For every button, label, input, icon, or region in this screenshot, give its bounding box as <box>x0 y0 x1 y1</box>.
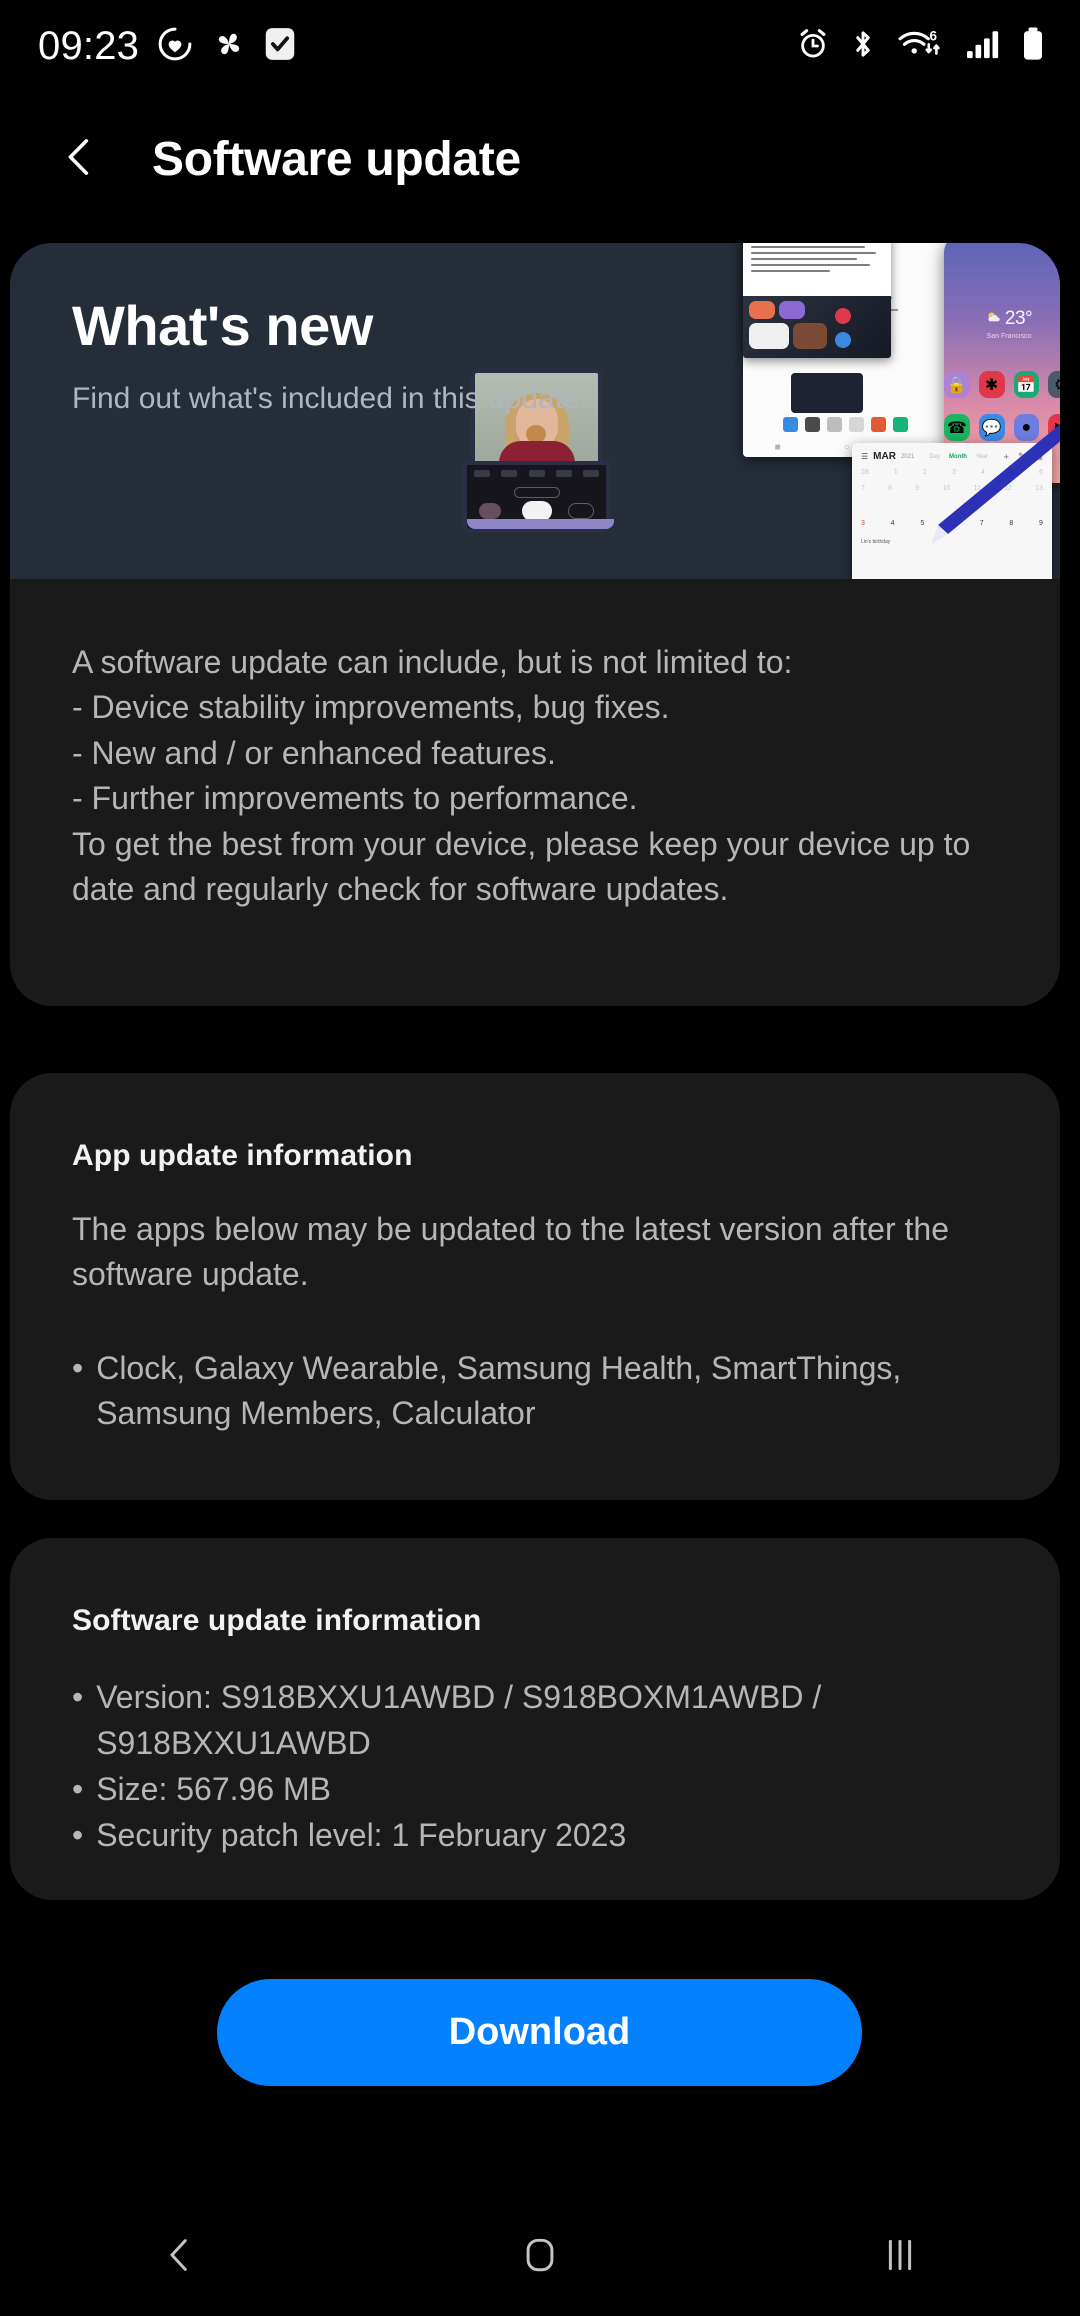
calendar-tab-day: Day <box>929 453 940 460</box>
list-item: • Size: 567.96 MB <box>72 1766 998 1812</box>
back-button[interactable] <box>52 131 108 187</box>
nav-home-button[interactable] <box>465 2198 615 2316</box>
whats-new-banner[interactable]: What's new Find out what's included in t… <box>10 243 1060 579</box>
status-bar: 09:23 6 <box>0 0 1080 92</box>
sun-cloud-icon <box>986 308 1001 330</box>
pinwheel-icon <box>211 26 247 67</box>
update-description-card: A software update can include, but is no… <box>10 579 1060 1006</box>
phone-screen: 09:23 6 Software update What's new Find … <box>0 0 1080 2316</box>
chevron-left-icon <box>57 134 103 185</box>
desc-line-3: - Further improvements to performance. <box>72 780 638 817</box>
list-item: • Security patch level: 1 February 2023 <box>72 1812 998 1858</box>
app-update-list: • Clock, Galaxy Wearable, Samsung Health… <box>10 1298 1060 1437</box>
calendar-menu-icon: ☰ <box>861 452 869 461</box>
software-info-list: • Version: S918BXXU1AWBD / S918BOXM1AWBD… <box>10 1638 1060 1858</box>
status-bar-clock: 09:23 <box>38 24 140 68</box>
banner-title: What's new <box>72 294 373 357</box>
bullet-marker: • <box>72 1349 84 1386</box>
software-info-heading: Software update information <box>72 1604 482 1637</box>
alarm-icon <box>796 27 830 66</box>
page-title: Software update <box>152 132 521 186</box>
svg-text:6: 6 <box>930 28 938 43</box>
banner-weather-location: San Francisco <box>986 333 1032 340</box>
status-bar-left: 09:23 <box>38 25 296 68</box>
banner-weather-temp: 23° <box>1004 308 1033 329</box>
software-info-size: Size: 567.96 MB <box>96 1771 331 1808</box>
app-update-heading: App update information <box>72 1139 413 1172</box>
calendar-add-icon: + <box>1003 451 1009 462</box>
checkbox-icon <box>264 25 296 68</box>
banner-subtitle: Find out what's included in this update. <box>72 381 589 415</box>
heart-circle-icon <box>156 25 194 68</box>
recents-nav-icon <box>879 2234 921 2281</box>
wifi-6-icon: 6 <box>896 26 948 67</box>
calendar-event-note: Lin's birthday <box>861 539 891 545</box>
banner-text-block: What's new Find out what's included in t… <box>72 295 592 419</box>
app-update-body: The apps below may be updated to the lat… <box>72 1211 949 1293</box>
banner-weather-widget: 23° San Francisco <box>944 308 1060 340</box>
calendar-year: 2021 <box>900 453 915 460</box>
battery-icon <box>1020 26 1046 67</box>
calendar-month: MAR <box>873 451 896 462</box>
banner-art-tablet <box>743 243 891 358</box>
calendar-tab-year: Year <box>975 453 989 460</box>
banner-art-calendar: ☰ MAR 2021 Day Month Year + ✎ ▣ 28 1 2 3 4 5 6… <box>852 443 1052 579</box>
bluetooth-icon <box>847 27 879 66</box>
calendar-grid-icon: ▣ <box>1034 451 1043 461</box>
signal-bars-icon <box>965 27 1003 66</box>
nav-back-button[interactable] <box>105 2198 255 2316</box>
download-button[interactable]: Download <box>217 1979 862 2086</box>
app-update-apps: Clock, Galaxy Wearable, Samsung Health, … <box>96 1349 902 1432</box>
list-item: • Version: S918BXXU1AWBD / S918BOXM1AWBD… <box>72 1674 998 1766</box>
update-description-text: A software update can include, but is no… <box>10 579 1060 913</box>
nav-recents-button[interactable] <box>825 2198 975 2316</box>
bullet-marker: • <box>72 1817 84 1854</box>
home-nav-icon <box>519 2234 561 2281</box>
desc-intro: A software update can include, but is no… <box>72 644 793 680</box>
calendar-edit-icon: ✎ <box>1017 451 1026 461</box>
app-update-information-card: App update information The apps below ma… <box>10 1073 1060 1500</box>
android-navigation-bar <box>0 2198 1080 2316</box>
back-nav-icon <box>159 2234 201 2281</box>
bullet-marker: • <box>72 1679 84 1715</box>
desc-line-1: - Device stability improvements, bug fix… <box>72 689 670 726</box>
software-info-version: Version: S918BXXU1AWBD / S918BOXM1AWBD /… <box>96 1679 822 1762</box>
software-info-security-patch: Security patch level: 1 February 2023 <box>96 1817 627 1854</box>
status-bar-right: 6 <box>796 26 1046 67</box>
desc-outro: To get the best from your device, please… <box>72 825 971 908</box>
app-bar: Software update <box>0 100 1080 218</box>
desc-line-2: - New and / or enhanced features. <box>72 734 556 771</box>
bullet-marker: • <box>72 1771 84 1808</box>
calendar-tab-month: Month <box>948 453 967 460</box>
list-item: • Clock, Galaxy Wearable, Samsung Health… <box>72 1346 998 1437</box>
software-update-information-card: Software update information • Version: S… <box>10 1538 1060 1900</box>
